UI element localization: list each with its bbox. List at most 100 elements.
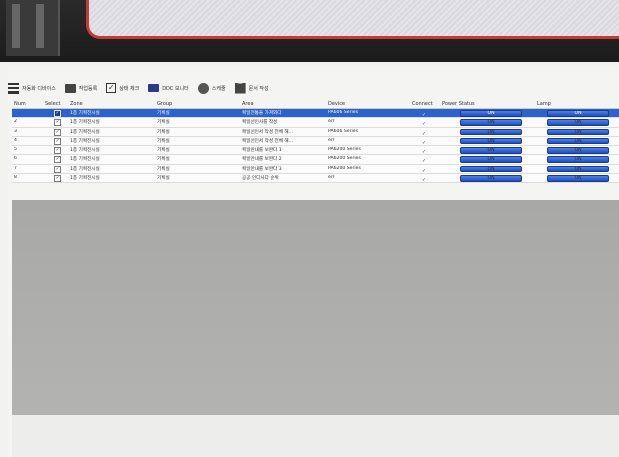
table-row[interactable]: 6 ✓ 1층 기획전시실 기획실 획일안내를 보완다 2 PA6200 Series ✓ ON… bbox=[12, 155, 619, 165]
table-row[interactable]: 5 ✓ 1층 기획전시실 기획실 획일안내를 보완다 1 PA6200 Series ✓ ON… bbox=[12, 146, 619, 156]
cell-device: PA606 Series bbox=[328, 110, 358, 115]
select-checkbox[interactable]: ✓ bbox=[54, 110, 61, 117]
side-panel-thumbnail bbox=[6, 0, 60, 56]
power-on-button[interactable]: ON bbox=[460, 165, 522, 173]
empty-list-area bbox=[12, 200, 619, 415]
cell-zone: 1층 기획전시실 bbox=[70, 129, 100, 135]
toolbar-document-label: 문서 작성 bbox=[248, 85, 269, 92]
header-select[interactable]: Select bbox=[45, 101, 60, 107]
connect-check-icon: ✓ bbox=[422, 178, 426, 184]
header-device[interactable]: Device bbox=[328, 101, 345, 107]
cell-num: 6 bbox=[14, 156, 17, 162]
select-checkbox[interactable]: ✓ bbox=[54, 175, 61, 183]
toolbar-status-button[interactable]: ✓ 상태 체크 bbox=[106, 83, 139, 93]
cell-group: 기획실 bbox=[157, 166, 170, 172]
lamp-on-button[interactable]: ON bbox=[547, 110, 609, 117]
lamp-on-button[interactable]: ON bbox=[547, 147, 609, 154]
table-row[interactable]: 8 ✓ 1층 기획전시실 기획실 공공 인디사다 순위 err ✓ ON ON bbox=[12, 174, 619, 184]
lamp-on-button[interactable]: ON bbox=[547, 137, 609, 145]
cell-zone: 1층 기획전시실 bbox=[70, 166, 100, 172]
table-header: Num Select Zone Group Area Device Connec… bbox=[12, 101, 619, 109]
cell-device: PA606 Series bbox=[328, 128, 358, 134]
header-num[interactable]: Num bbox=[14, 101, 26, 107]
cell-area: 획일안내를 보완다 3 bbox=[242, 166, 282, 172]
power-on-button[interactable]: ON bbox=[460, 175, 522, 182]
table-row[interactable]: 3 ✓ 1층 기획전시실 기획실 획일선인서 작성 전체 해... PA606 Serie… bbox=[12, 127, 619, 137]
header-power[interactable]: Power Status bbox=[442, 101, 475, 107]
select-checkbox[interactable]: ✓ bbox=[54, 165, 61, 173]
cell-group: 기획실 bbox=[157, 176, 170, 182]
cell-device: err bbox=[328, 175, 335, 181]
toolbar-monitor-label: DDC 모니터 bbox=[162, 85, 189, 92]
lamp-on-button[interactable]: ON bbox=[547, 128, 609, 136]
toolbar-schedule-label: 스케줄 bbox=[211, 85, 226, 92]
header-lamp[interactable]: Lamp bbox=[537, 101, 551, 107]
power-on-button[interactable]: ON bbox=[460, 147, 522, 154]
table-row[interactable]: 4 ✓ 1층 기획전시실 기획실 획일선인서 작성 전체 해... err ✓ ON ON bbox=[12, 136, 619, 147]
select-checkbox[interactable]: ✓ bbox=[54, 156, 61, 164]
select-checkbox[interactable]: ✓ bbox=[54, 137, 61, 145]
cell-area: 획일안내를 보완다 2 bbox=[242, 157, 282, 163]
table-row[interactable]: 7 ✓ 1층 기획전시실 기획실 획일안내를 보완다 3 PA6200 Series ✓ ON… bbox=[12, 164, 619, 175]
lamp-on-button[interactable]: ON bbox=[547, 156, 609, 163]
cell-zone: 1층 기획전시실 bbox=[70, 176, 100, 182]
lamp-on-button[interactable]: ON bbox=[547, 175, 609, 182]
cell-group: 기획실 bbox=[157, 111, 170, 116]
cell-zone: 1층 기획전시실 bbox=[70, 111, 100, 116]
bottom-panel bbox=[12, 415, 619, 457]
cell-area: 획일선인서 작성 전체 해... bbox=[242, 138, 294, 144]
power-on-button[interactable]: ON bbox=[460, 137, 522, 145]
header-area[interactable]: Area bbox=[242, 101, 254, 107]
cell-num: 3 bbox=[14, 128, 17, 134]
power-on-button[interactable]: ON bbox=[460, 119, 522, 126]
cell-num: 4 bbox=[14, 137, 17, 143]
header-group[interactable]: Group bbox=[157, 101, 172, 107]
book-icon bbox=[234, 82, 246, 94]
toolbar-monitor-button[interactable]: DDC 모니터 bbox=[148, 84, 189, 92]
cell-device: err bbox=[328, 137, 335, 143]
cell-device: PA6200 Series bbox=[328, 156, 361, 162]
cell-num: 5 bbox=[14, 147, 17, 153]
table-body: ✓ 1층 기획전시실 기획실 획일전통을 가져와다 PA606 Series ✓ ON ON 2… bbox=[12, 109, 619, 184]
cell-num: 2 bbox=[14, 119, 17, 125]
cell-device: PA6200 Series bbox=[328, 165, 361, 171]
checkbox-icon: ✓ bbox=[106, 83, 117, 93]
toolbar-task-label: 작업등록 bbox=[78, 85, 98, 92]
toolbar-document-button[interactable]: 문서 작성 bbox=[234, 82, 269, 94]
cell-group: 기획실 bbox=[157, 129, 170, 135]
power-on-button[interactable]: ON bbox=[460, 128, 522, 136]
toolbar-task-button[interactable]: 작업등록 bbox=[64, 83, 98, 93]
power-on-button[interactable]: ON bbox=[460, 156, 522, 163]
toolbar-schedule-button[interactable]: 스케줄 bbox=[197, 82, 226, 94]
toolbar-device-label: 자동화 디바이스 bbox=[22, 85, 56, 92]
cell-group: 기획실 bbox=[157, 120, 170, 126]
cell-area: 획일선인서 작성 전체 해... bbox=[242, 129, 294, 135]
monitor-icon bbox=[148, 84, 160, 92]
select-checkbox[interactable]: ✓ bbox=[54, 119, 61, 127]
lamp-on-button[interactable]: ON bbox=[547, 119, 609, 126]
select-checkbox[interactable]: ✓ bbox=[54, 147, 61, 155]
cell-device: PA6200 Series bbox=[328, 147, 361, 153]
cell-area: 획일선인사를 작성 bbox=[242, 120, 278, 126]
preview-panel bbox=[86, 0, 619, 39]
lamp-on-button[interactable]: ON bbox=[547, 165, 609, 173]
table-row[interactable]: ✓ 1층 기획전시실 기획실 획일전통을 가져와다 PA606 Series ✓ ON ON bbox=[12, 109, 619, 119]
cell-num: 8 bbox=[14, 175, 17, 181]
cell-group: 기획실 bbox=[157, 148, 170, 154]
gear-icon bbox=[197, 82, 209, 94]
cell-device: err bbox=[328, 119, 335, 125]
header-zone[interactable]: Zone bbox=[70, 101, 83, 107]
cell-group: 기획실 bbox=[157, 138, 170, 144]
app-screen: 자동화 디바이스 작업등록 ✓ 상태 체크 DDC 모니터 스케줄 문서 작성 … bbox=[8, 66, 619, 457]
power-on-button[interactable]: ON bbox=[460, 110, 522, 117]
list-icon bbox=[8, 82, 19, 94]
select-checkbox[interactable]: ✓ bbox=[54, 128, 61, 136]
toolbar-device-button[interactable]: 자동화 디바이스 bbox=[8, 82, 56, 94]
table-row[interactable]: 2 ✓ 1층 기획전시실 기획실 획일선인사를 작성 err ✓ ON ON bbox=[12, 118, 619, 128]
cell-group: 기획실 bbox=[157, 157, 170, 163]
window-top-bar bbox=[0, 0, 619, 62]
cell-zone: 1층 기획전시실 bbox=[70, 138, 100, 144]
device-table: Num Select Zone Group Area Device Connec… bbox=[12, 101, 619, 184]
header-connect[interactable]: Connect bbox=[412, 101, 433, 107]
cell-num: 7 bbox=[14, 165, 17, 171]
